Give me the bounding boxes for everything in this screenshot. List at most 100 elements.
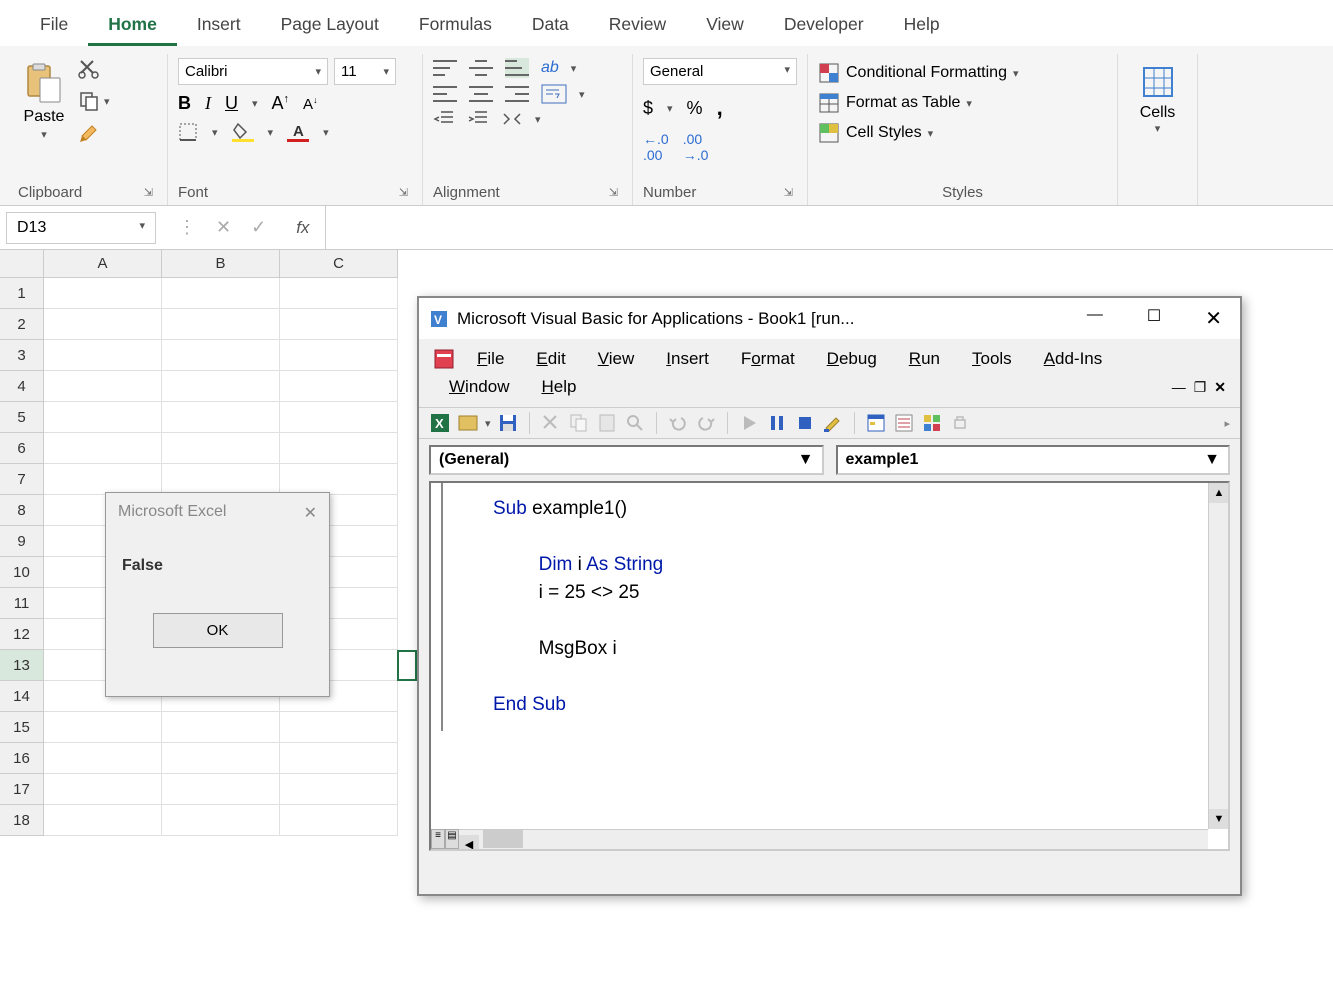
vba-menu-tools[interactable]: Tools: [956, 345, 1028, 373]
toolbox-icon[interactable]: [949, 412, 971, 434]
tab-formulas[interactable]: Formulas: [399, 6, 512, 46]
row-header-12[interactable]: 12: [0, 619, 44, 650]
italic-button[interactable]: I: [205, 93, 211, 114]
cell[interactable]: [280, 278, 398, 309]
reset-icon[interactable]: [794, 412, 816, 434]
cell[interactable]: [44, 433, 162, 464]
run-icon[interactable]: [738, 412, 760, 434]
vba-horizontal-scrollbar[interactable]: ◀ ▶: [459, 829, 1208, 849]
fx-button[interactable]: fx: [296, 218, 309, 238]
cell[interactable]: [162, 774, 280, 805]
alignment-dialog-launcher[interactable]: ⇲: [605, 184, 622, 201]
formula-input[interactable]: [325, 206, 1333, 249]
vba-close-button[interactable]: ✕: [1197, 302, 1230, 335]
font-size-select[interactable]: 11 ▾: [334, 58, 396, 85]
copy-icon[interactable]: [568, 412, 590, 434]
number-dialog-launcher[interactable]: ⇲: [780, 184, 797, 201]
font-dialog-launcher[interactable]: ⇲: [395, 184, 412, 201]
scroll-thumb[interactable]: [483, 830, 523, 848]
tab-page-layout[interactable]: Page Layout: [261, 6, 399, 46]
fill-color-button[interactable]: [232, 122, 254, 142]
vba-vertical-scrollbar[interactable]: ▲ ▼: [1208, 483, 1228, 829]
clipboard-dialog-launcher[interactable]: ⇲: [140, 184, 157, 201]
cell[interactable]: [280, 774, 398, 805]
cut-button[interactable]: [78, 58, 110, 80]
object-browser-icon[interactable]: [921, 412, 943, 434]
wrap-text-button[interactable]: [541, 84, 567, 104]
cell[interactable]: [280, 402, 398, 433]
tab-view[interactable]: View: [686, 6, 764, 46]
cell[interactable]: [162, 464, 280, 495]
align-top-button[interactable]: [433, 58, 457, 78]
font-color-button[interactable]: A: [287, 122, 309, 142]
font-name-select[interactable]: Calibri ▾: [178, 58, 328, 85]
cell[interactable]: [44, 402, 162, 433]
tab-help[interactable]: Help: [884, 6, 960, 46]
cell[interactable]: [44, 805, 162, 836]
col-header-a[interactable]: A: [44, 250, 162, 278]
cells-label[interactable]: Cells: [1140, 104, 1176, 122]
project-explorer-icon[interactable]: [865, 412, 887, 434]
cell[interactable]: [280, 464, 398, 495]
increase-font-button[interactable]: A↑: [272, 93, 290, 114]
vba-titlebar[interactable]: V Microsoft Visual Basic for Application…: [419, 298, 1240, 339]
cancel-formula-button[interactable]: ✕: [216, 217, 231, 238]
vba-menu-file[interactable]: File: [461, 345, 520, 373]
vba-procedure-dropdown[interactable]: example1 ▼: [836, 445, 1231, 475]
cell[interactable]: [44, 464, 162, 495]
vba-menu-run[interactable]: Run: [893, 345, 956, 373]
scroll-up-button[interactable]: ▲: [1209, 483, 1229, 503]
cell[interactable]: [44, 309, 162, 340]
increase-decimal-button[interactable]: ←.0.00: [643, 131, 669, 163]
vba-menu-insert[interactable]: Insert: [650, 345, 725, 373]
col-header-b[interactable]: B: [162, 250, 280, 278]
name-box[interactable]: D13 ▾: [6, 212, 156, 244]
col-header-c[interactable]: C: [280, 250, 398, 278]
align-center-button[interactable]: [469, 84, 493, 104]
cell-styles-button[interactable]: Cell Styles ▾: [818, 118, 1107, 148]
vba-menu-window[interactable]: Window: [433, 373, 525, 401]
row-header-18[interactable]: 18: [0, 805, 44, 836]
vba-menu-addins[interactable]: Add-Ins: [1028, 345, 1119, 373]
row-header-8[interactable]: 8: [0, 495, 44, 526]
cell[interactable]: [162, 309, 280, 340]
cell[interactable]: [162, 743, 280, 774]
row-header-9[interactable]: 9: [0, 526, 44, 557]
scroll-down-button[interactable]: ▼: [1209, 809, 1229, 829]
vba-menu-debug[interactable]: Debug: [811, 345, 893, 373]
percent-button[interactable]: %: [687, 98, 703, 119]
save-icon[interactable]: [497, 412, 519, 434]
tab-developer[interactable]: Developer: [764, 6, 884, 46]
scroll-left-button[interactable]: ◀: [459, 835, 479, 851]
borders-button[interactable]: [178, 122, 198, 142]
paste-icon[interactable]: [596, 412, 618, 434]
row-header-16[interactable]: 16: [0, 743, 44, 774]
cell[interactable]: [162, 371, 280, 402]
vba-doc-close-button[interactable]: ✕: [1214, 379, 1226, 396]
tab-home[interactable]: Home: [88, 6, 177, 46]
insert-form-icon[interactable]: [457, 412, 479, 434]
orientation-button[interactable]: ab: [541, 59, 559, 77]
cut-icon[interactable]: [540, 412, 562, 434]
vba-code-text[interactable]: Sub example1() Dim i As String i = 25 <>…: [441, 483, 1228, 731]
break-icon[interactable]: [766, 412, 788, 434]
message-box-ok-button[interactable]: OK: [153, 613, 283, 648]
cell[interactable]: [44, 774, 162, 805]
row-header-10[interactable]: 10: [0, 557, 44, 588]
format-as-table-button[interactable]: Format as Table ▾: [818, 88, 1107, 118]
tab-data[interactable]: Data: [512, 6, 589, 46]
cell[interactable]: [162, 278, 280, 309]
cell[interactable]: [280, 309, 398, 340]
merge-button[interactable]: [501, 110, 523, 128]
row-header-4[interactable]: 4: [0, 371, 44, 402]
properties-icon[interactable]: [893, 412, 915, 434]
vba-object-dropdown[interactable]: (General) ▼: [429, 445, 824, 475]
align-left-button[interactable]: [433, 84, 457, 104]
cell[interactable]: [280, 433, 398, 464]
row-header-5[interactable]: 5: [0, 402, 44, 433]
format-painter-button[interactable]: [78, 122, 110, 146]
message-box-close-button[interactable]: ✕: [304, 503, 317, 523]
cell[interactable]: [44, 712, 162, 743]
tab-review[interactable]: Review: [589, 6, 686, 46]
copy-button[interactable]: ▾: [78, 90, 110, 112]
